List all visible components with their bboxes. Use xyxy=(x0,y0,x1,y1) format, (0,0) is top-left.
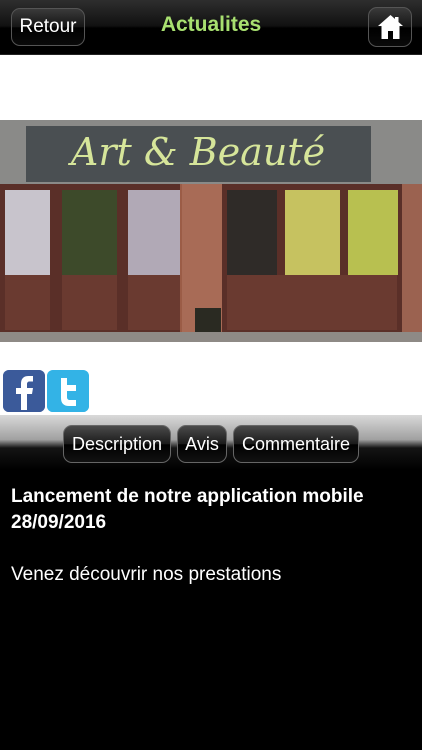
tab-avis[interactable]: Avis xyxy=(177,425,227,463)
navigation-bar: Retour Actualites xyxy=(0,0,422,55)
tab-commentaire[interactable]: Commentaire xyxy=(233,425,359,463)
shop-photo: Art & Beauté xyxy=(0,120,422,342)
twitter-button[interactable] xyxy=(47,370,89,412)
tab-bar: Description Avis Commentaire xyxy=(0,415,422,470)
twitter-icon xyxy=(47,370,89,412)
facebook-icon xyxy=(3,370,45,412)
description-panel: Lancement de notre application mobile 28… xyxy=(0,470,422,750)
facebook-button[interactable] xyxy=(3,370,45,412)
home-icon xyxy=(378,15,403,39)
news-headline: Lancement de notre application mobile 28… xyxy=(11,486,364,533)
news-body: Venez découvrir nos prestations xyxy=(11,564,282,585)
back-button[interactable]: Retour xyxy=(11,8,85,46)
home-button[interactable] xyxy=(368,7,412,47)
tab-description[interactable]: Description xyxy=(63,425,171,463)
sign-text: Art & Beauté xyxy=(68,130,325,174)
